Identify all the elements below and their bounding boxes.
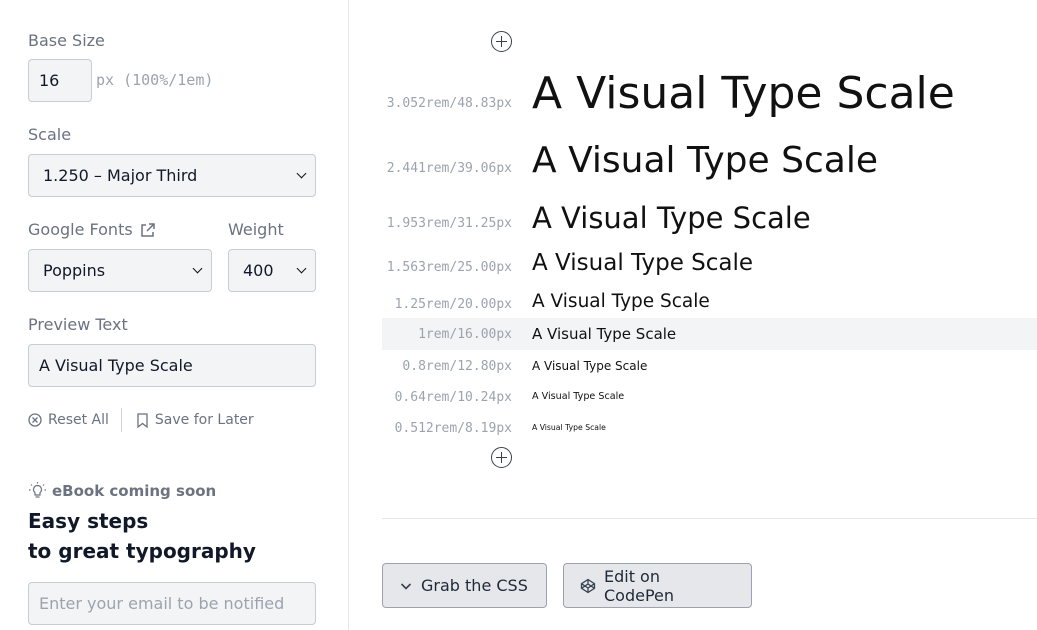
add-larger-step-icon[interactable] [491,31,512,52]
scale-row-base: 1rem/16.00px A Visual Type Scale [382,318,1037,350]
scale-row-size: 1.563rem/25.00px [386,259,512,275]
scale-row: 0.8rem/12.80px A Visual Type Scale [382,355,1037,377]
reset-all-button[interactable]: Reset All [28,412,109,428]
chevron-down-icon [296,168,307,179]
email-input[interactable]: Enter your email to be notified [28,582,316,625]
weight-label: Weight [228,220,284,239]
preview-text-input[interactable]: A Visual Type Scale [28,344,316,387]
scale-row: 3.052rem/48.83px A Visual Type Scale [382,66,1037,122]
grab-css-label: Grab the CSS [421,576,528,595]
scale-row-sample: A Visual Type Scale [532,200,811,235]
scale-row: 2.441rem/39.06px A Visual Type Scale [382,138,1037,184]
edit-on-codepen-button[interactable]: Edit on CodePen [563,563,752,608]
ebook-badge: eBook coming soon [28,481,216,500]
chevron-down-icon [400,582,412,590]
scale-row-sample: A Visual Type Scale [532,290,710,312]
save-for-later-label: Save for Later [154,412,254,428]
scale-label: Scale [28,125,72,144]
scale-row: 0.512rem/8.19px A Visual Type Scale [382,418,1037,438]
scale-row-size: 0.512rem/8.19px [394,420,512,436]
grab-css-button[interactable]: Grab the CSS [382,563,547,608]
external-link-icon [140,222,155,237]
close-circle-icon [28,413,42,427]
scale-row-size: 0.64rem/10.24px [394,389,512,405]
scale-selected-value: 1.250 – Major Third [43,166,198,185]
codepen-label: Edit on CodePen [603,566,675,605]
section-divider [382,518,1037,519]
scale-row-sample: A Visual Type Scale [532,423,606,433]
scale-row-sample: A Visual Type Scale [532,391,625,403]
lightbulb-icon [29,482,46,498]
ebook-heading: Easy steps to great typography [28,506,256,566]
ebook-badge-label: eBook coming soon [52,481,217,500]
scale-row-size: 2.441rem/39.06px [386,160,512,176]
ebook-heading-line1: Easy steps [28,509,149,533]
scale-row: 1.953rem/31.25px A Visual Type Scale [382,198,1037,238]
save-for-later-button[interactable]: Save for Later [136,412,254,428]
scale-row-sample: A Visual Type Scale [532,68,955,119]
type-scale-preview: 3.052rem/48.83px A Visual Type Scale 2.4… [382,0,1037,630]
google-fonts-label: Google Fonts [28,220,133,239]
base-size-input[interactable]: 16 [28,59,92,102]
scale-row-size: 1rem/16.00px [418,326,512,342]
scale-select[interactable]: 1.250 – Major Third [28,154,316,197]
scale-row-sample: A Visual Type Scale [532,324,677,343]
preview-text-label: Preview Text [28,315,128,334]
ebook-heading-line2: to great typography [28,539,256,563]
base-size-label: Base Size [28,31,105,50]
settings-sidebar: Base Size 16 px (100%/1em) Scale 1.250 –… [0,0,349,630]
font-select[interactable]: Poppins [28,249,212,292]
font-selected-value: Poppins [43,261,106,280]
scale-row: 0.64rem/10.24px A Visual Type Scale [382,387,1037,407]
bookmark-icon [137,412,148,428]
scale-row-sample: A Visual Type Scale [532,249,754,276]
scale-row-size: 0.8rem/12.80px [402,358,512,374]
reset-all-label: Reset All [48,412,109,428]
weight-select[interactable]: 400 [228,249,316,292]
scale-row-size: 1.25rem/20.00px [394,296,512,312]
add-smaller-step-icon[interactable] [491,447,512,468]
google-fonts-link[interactable]: Google Fonts [28,220,156,240]
scale-row-sample: A Visual Type Scale [532,140,878,181]
scale-row-size: 3.052rem/48.83px [386,95,512,111]
scale-row: 1.25rem/20.00px A Visual Type Scale [382,288,1037,316]
chevron-down-icon [296,263,307,274]
base-size-unit: px (100%/1em) [96,71,214,89]
scale-row-sample: A Visual Type Scale [532,359,648,373]
chevron-down-icon [192,263,203,274]
sidebar-actions: Reset All Save for Later [28,408,254,432]
weight-selected-value: 400 [243,261,274,280]
scale-row: 1.563rem/25.00px A Visual Type Scale [382,246,1037,280]
codepen-icon [580,578,596,593]
scale-row-size: 1.953rem/31.25px [386,215,512,231]
actions-divider [120,408,122,432]
